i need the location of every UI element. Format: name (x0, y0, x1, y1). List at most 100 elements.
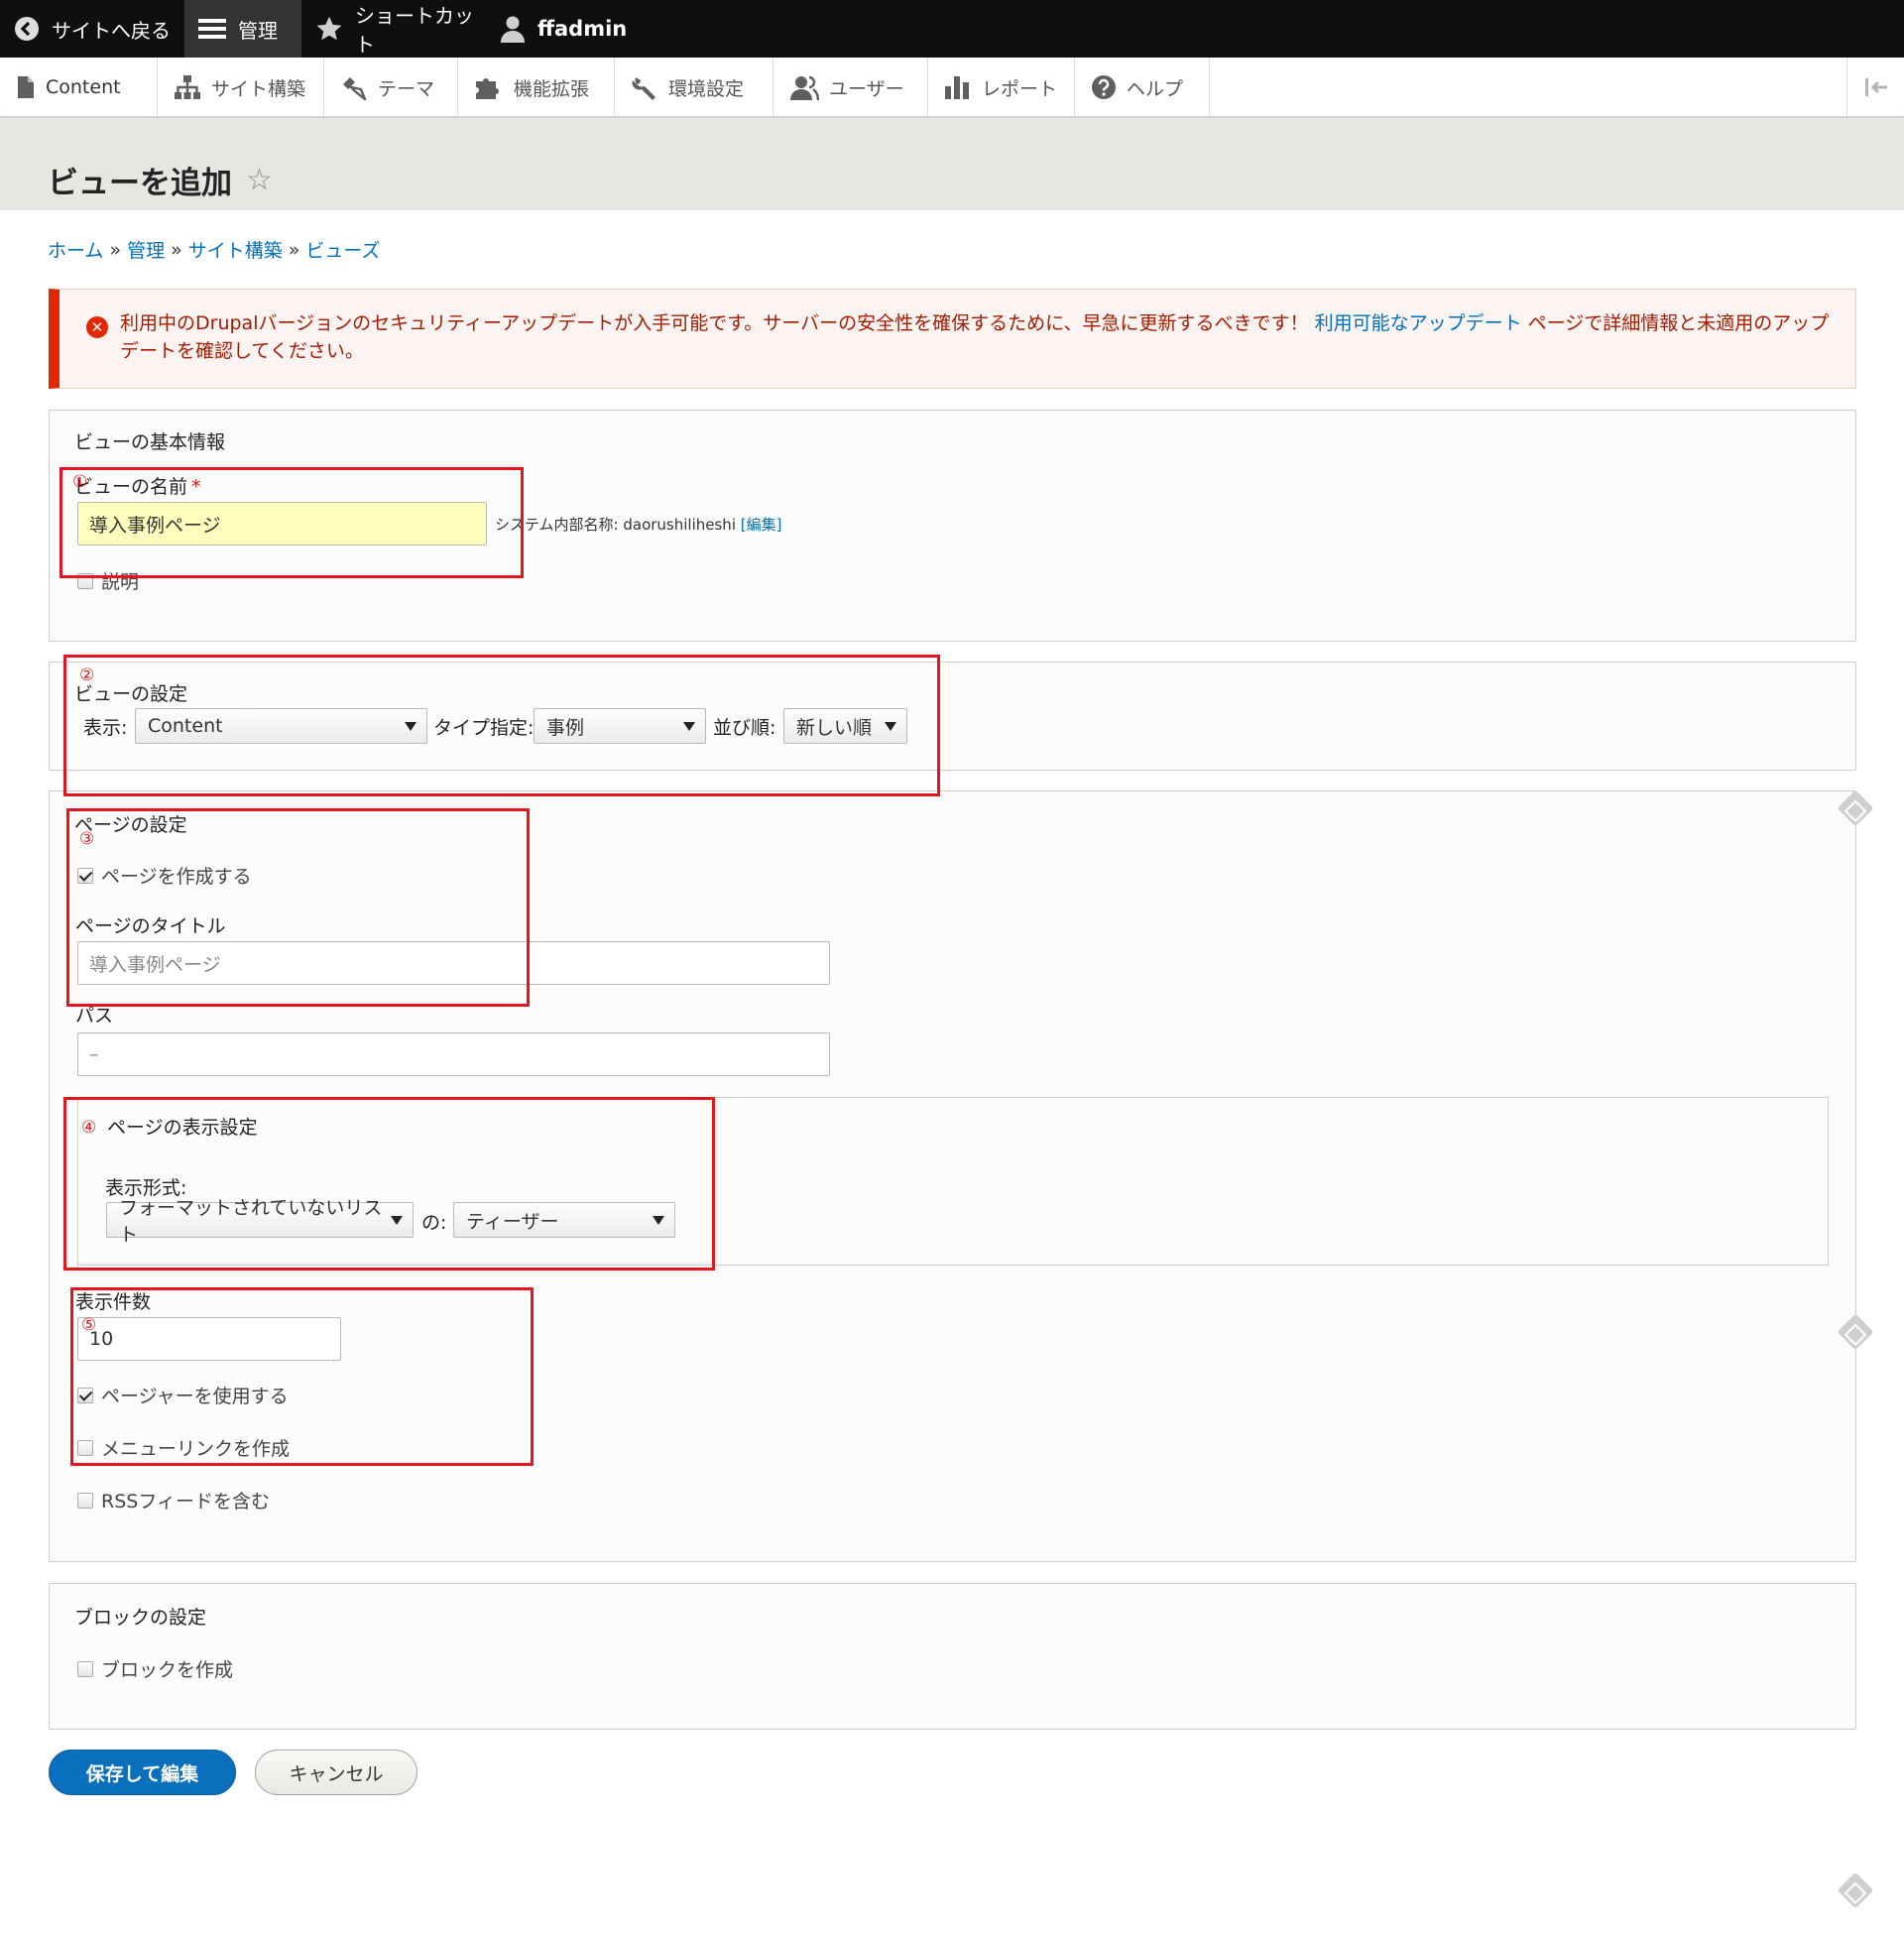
add-shortcut-star-icon[interactable]: ☆ (246, 163, 273, 197)
tray-item-structure-label: サイト構築 (211, 77, 306, 100)
sitemap-icon (174, 74, 201, 100)
machine-name-edit-link[interactable]: [編集] (741, 516, 782, 534)
row-style-select[interactable]: ティーザー (453, 1202, 675, 1238)
chevron-down-icon (885, 722, 896, 731)
annotation-number-4: ④ (81, 1118, 97, 1138)
breadcrumb-separator: » (171, 238, 182, 261)
create-menu-link-checkbox-box[interactable] (77, 1439, 93, 1456)
path-input[interactable]: – (77, 1032, 830, 1076)
manage-label: 管理 (238, 18, 278, 43)
save-and-edit-button[interactable]: 保存して編集 (49, 1750, 236, 1795)
view-name-input[interactable]: 導入事例ページ (77, 502, 487, 545)
breadcrumb-home[interactable]: ホーム (48, 236, 103, 263)
tray-orientation-toggle[interactable] (1846, 58, 1904, 117)
show-select[interactable]: Content (135, 708, 427, 744)
tray-item-reports-label: レポート (982, 77, 1058, 100)
use-pager-checkbox[interactable]: ページャーを使用する (77, 1382, 289, 1408)
breadcrumb-admin[interactable]: 管理 (127, 236, 165, 263)
admin-toolbar: サイトへ戻る 管理 ショートカット ffadmin (0, 0, 1904, 58)
create-menu-link-label: メニューリンクを作成 (101, 1438, 291, 1460)
tray-item-content-label: Content (46, 76, 121, 98)
tray-item-configuration-label: 環境設定 (668, 77, 745, 100)
show-select-value: Content (148, 715, 223, 737)
back-to-site-label: サイトへ戻る (52, 18, 171, 43)
view-settings-fieldset: ビューの設定 表示: Content タイプ指定: 事例 並び順: 新しい順 (49, 662, 1856, 771)
tray-item-configuration[interactable]: 環境設定 (615, 58, 774, 117)
block-settings-fieldset: ブロックの設定 ブロックを作成 (49, 1583, 1856, 1730)
create-page-checkbox[interactable]: ページを作成する (77, 862, 252, 889)
error-text-before: 利用中のDrupalバージョンのセキュリティーアップデートが入手可能です。サーバ… (120, 312, 1309, 334)
format-select[interactable]: フォーマットされていないリスト (106, 1197, 414, 1246)
basic-info-legend: ビューの基本情報 (74, 431, 226, 453)
available-updates-link[interactable]: 利用可能なアップデート (1315, 312, 1522, 334)
create-block-checkbox[interactable]: ブロックを作成 (77, 1655, 233, 1682)
tray-item-people[interactable]: ユーザー (774, 58, 928, 117)
path-label: パス (75, 1005, 114, 1027)
drag-handle-icon[interactable] (1837, 1872, 1874, 1909)
page-settings-fieldset: ページの設定 ページを作成する ページのタイトル 導入事例ページ パス – ペー… (49, 790, 1856, 1562)
sort-label: 並び順: (713, 717, 776, 739)
page-display-fieldset: ページの表示設定 表示形式: フォーマットされていないリスト の: ティーザー (77, 1097, 1829, 1266)
hamburger-menu-icon (198, 17, 226, 41)
tray-item-content[interactable]: Content (0, 58, 158, 117)
create-block-label: ブロックを作成 (101, 1659, 234, 1681)
items-per-page-input[interactable]: 10 (77, 1317, 341, 1361)
breadcrumb-separator: » (288, 238, 300, 261)
username-label: ffadmin (537, 17, 628, 41)
manage-tab[interactable]: 管理 (184, 0, 301, 58)
sort-select[interactable]: 新しい順 (783, 708, 907, 744)
tray-item-help[interactable]: ヘルプ (1075, 58, 1210, 117)
chevron-down-icon (391, 1216, 403, 1225)
page-title: ビューを追加 (48, 166, 232, 201)
annotation-number-2: ② (79, 666, 95, 685)
shortcuts-tab[interactable]: ショートカット (315, 0, 484, 58)
breadcrumb-views[interactable]: ビューズ (305, 236, 380, 263)
view-name-label-text: ビューの名前 (74, 476, 188, 498)
type-select[interactable]: 事例 (534, 708, 706, 744)
error-message: ✕ 利用中のDrupalバージョンのセキュリティーアップデートが入手可能です。サ… (49, 289, 1856, 389)
row-style-select-value: ティーザー (466, 1210, 559, 1233)
create-page-label: ページを作成する (101, 866, 252, 888)
tray-item-reports[interactable]: レポート (928, 58, 1075, 117)
user-tab[interactable]: ffadmin (500, 0, 658, 58)
view-name-label: ビューの名前 * (74, 472, 201, 499)
puzzle-icon (474, 74, 504, 100)
description-checkbox[interactable]: 説明 (77, 567, 139, 594)
create-menu-link-checkbox[interactable]: メニューリンクを作成 (77, 1434, 290, 1461)
tray-item-appearance[interactable]: テーマ (324, 58, 458, 117)
error-message-text: 利用中のDrupalバージョンのセキュリティーアップデートが入手可能です。サーバ… (120, 309, 1836, 365)
breadcrumb-separator: » (109, 238, 122, 261)
bar-chart-icon (944, 74, 972, 100)
chevron-down-icon (405, 722, 416, 731)
type-label: タイプ指定: (433, 717, 535, 739)
tray-item-appearance-label: テーマ (378, 77, 435, 100)
help-icon (1091, 74, 1117, 100)
cancel-button[interactable]: キャンセル (255, 1750, 417, 1795)
file-icon (16, 75, 36, 99)
page-header: ビューを追加 ☆ (0, 118, 1904, 210)
include-rss-checkbox[interactable]: RSSフィードを含む (77, 1487, 270, 1513)
use-pager-label: ページャーを使用する (101, 1386, 289, 1407)
star-icon (315, 15, 343, 43)
tray-item-extend[interactable]: 機能拡張 (458, 58, 615, 117)
create-page-checkbox-box[interactable] (77, 867, 93, 884)
tray-item-structure[interactable]: サイト構築 (158, 58, 324, 117)
page-title-input[interactable]: 導入事例ページ (77, 941, 830, 985)
back-to-site-link[interactable]: サイトへ戻る (0, 0, 178, 58)
collapse-left-icon (1864, 77, 1888, 97)
create-block-checkbox-box[interactable] (77, 1660, 93, 1677)
include-rss-checkbox-box[interactable] (77, 1492, 93, 1509)
description-checkbox-label: 説明 (101, 571, 140, 593)
people-icon (789, 74, 819, 100)
show-label: 表示: (83, 717, 128, 739)
machine-name-prefix: システム内部名称: daorushiliheshi (495, 516, 736, 534)
page-display-legend: ページの表示設定 (107, 1117, 258, 1139)
description-checkbox-box[interactable] (77, 572, 93, 589)
page-title-wrap: ビューを追加 ☆ (48, 158, 273, 202)
breadcrumb: ホーム » 管理 » サイト構築 » ビューズ (48, 236, 380, 263)
include-rss-label: RSSフィードを含む (101, 1491, 270, 1513)
admin-tray: Content サイト構築 テーマ 機能拡張 環境設定 ユーザー レポート ヘル… (0, 58, 1904, 117)
back-arrow-icon (14, 16, 40, 42)
use-pager-checkbox-box[interactable] (77, 1387, 93, 1403)
breadcrumb-structure[interactable]: サイト構築 (188, 236, 283, 263)
